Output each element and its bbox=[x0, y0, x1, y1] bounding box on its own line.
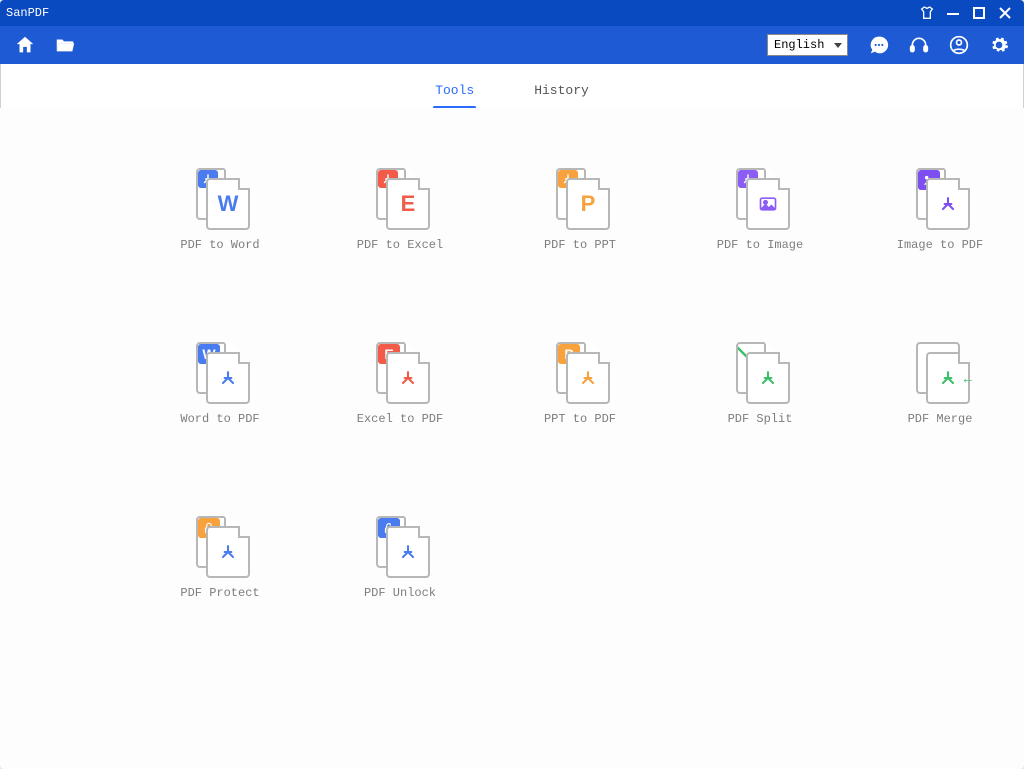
minimize-button[interactable] bbox=[940, 0, 966, 26]
home-button[interactable] bbox=[10, 30, 40, 60]
tool-icon-pdf-split bbox=[732, 342, 788, 398]
tool-label: PDF Merge bbox=[908, 412, 973, 426]
tool-label: PDF to Excel bbox=[357, 238, 443, 252]
tool-excel-to-pdf[interactable]: E Excel to PDF bbox=[340, 342, 460, 426]
tool-label: Image to PDF bbox=[897, 238, 983, 252]
tool-image-to-pdf[interactable]: Image to PDF bbox=[880, 168, 1000, 252]
tool-label: PPT to PDF bbox=[544, 412, 616, 426]
support-button[interactable] bbox=[904, 30, 934, 60]
feedback-button[interactable] bbox=[864, 30, 894, 60]
tool-icon-pdf-to-ppt: P bbox=[552, 168, 608, 224]
tool-pdf-unlock[interactable]: PDF Unlock bbox=[340, 516, 460, 600]
shirt-icon[interactable] bbox=[914, 0, 940, 26]
tool-pdf-to-image[interactable]: PDF to Image bbox=[700, 168, 820, 252]
titlebar: SanPDF bbox=[0, 0, 1024, 26]
account-button[interactable] bbox=[944, 30, 974, 60]
tool-icon-pdf-unlock bbox=[372, 516, 428, 572]
tool-pdf-to-word[interactable]: W PDF to Word bbox=[160, 168, 280, 252]
tool-label: PDF to Word bbox=[180, 238, 259, 252]
tool-icon-excel-to-pdf: E bbox=[372, 342, 428, 398]
tool-icon-pdf-merge: ← bbox=[912, 342, 968, 398]
tool-pdf-merge[interactable]: ← PDF Merge bbox=[880, 342, 1000, 426]
open-folder-button[interactable] bbox=[50, 30, 80, 60]
settings-button[interactable] bbox=[984, 30, 1014, 60]
tool-label: Excel to PDF bbox=[357, 412, 443, 426]
tool-label: PDF Protect bbox=[180, 586, 259, 600]
tool-pdf-to-ppt[interactable]: P PDF to PPT bbox=[520, 168, 640, 252]
tab-tools[interactable]: Tools bbox=[433, 73, 476, 108]
tool-pdf-to-excel[interactable]: E PDF to Excel bbox=[340, 168, 460, 252]
tool-icon-pdf-to-excel: E bbox=[372, 168, 428, 224]
tool-word-to-pdf[interactable]: W Word to PDF bbox=[160, 342, 280, 426]
tool-grid: W PDF to Word E PDF to Excel P PDF to PPT PDF … bbox=[160, 168, 980, 600]
tool-pdf-split[interactable]: PDF Split bbox=[700, 342, 820, 426]
tool-pdf-protect[interactable]: PDF Protect bbox=[160, 516, 280, 600]
tool-label: PDF Unlock bbox=[364, 586, 436, 600]
tool-label: PDF to PPT bbox=[544, 238, 616, 252]
tool-icon-ppt-to-pdf: P bbox=[552, 342, 608, 398]
main-toolbar: English bbox=[0, 26, 1024, 64]
app-title: SanPDF bbox=[6, 6, 49, 20]
tool-icon-word-to-pdf: W bbox=[192, 342, 248, 398]
app-window: SanPDF English bbox=[0, 0, 1024, 769]
tool-label: PDF Split bbox=[728, 412, 793, 426]
tab-bar: Tools History bbox=[0, 64, 1024, 109]
language-select[interactable]: English bbox=[767, 34, 848, 56]
language-select-wrap: English bbox=[767, 34, 848, 56]
tool-icon-image-to-pdf bbox=[912, 168, 968, 224]
tool-ppt-to-pdf[interactable]: P PPT to PDF bbox=[520, 342, 640, 426]
maximize-button[interactable] bbox=[966, 0, 992, 26]
content-area: W PDF to Word E PDF to Excel P PDF to PPT PDF … bbox=[0, 108, 1024, 769]
tool-icon-pdf-to-image bbox=[732, 168, 788, 224]
tool-label: PDF to Image bbox=[717, 238, 803, 252]
tool-label: Word to PDF bbox=[180, 412, 259, 426]
close-button[interactable] bbox=[992, 0, 1018, 26]
tab-history[interactable]: History bbox=[532, 73, 591, 108]
tool-icon-pdf-to-word: W bbox=[192, 168, 248, 224]
tool-icon-pdf-protect bbox=[192, 516, 248, 572]
